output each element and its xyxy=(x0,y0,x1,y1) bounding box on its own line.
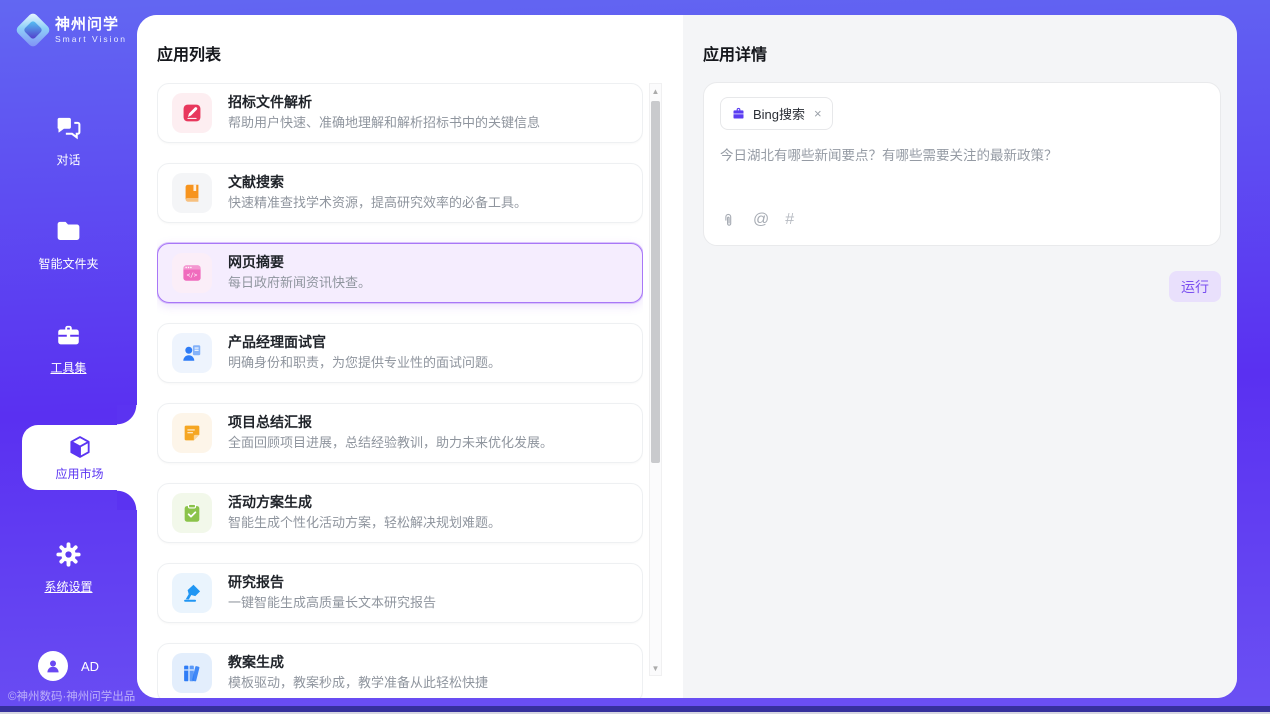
tool-chip-label: Bing搜索 xyxy=(753,104,805,123)
sidebar-item-4[interactable]: 应用市场 xyxy=(22,425,137,490)
app-card[interactable]: 研究报告一键智能生成高质量长文本研究报告 xyxy=(157,563,643,623)
main-container: 应用列表 招标文件解析帮助用户快速、准确地理解和解析招标书中的关键信息文献搜索快… xyxy=(137,15,1237,698)
app-list-panel: 应用列表 招标文件解析帮助用户快速、准确地理解和解析招标书中的关键信息文献搜索快… xyxy=(137,15,683,698)
close-icon[interactable]: × xyxy=(812,107,822,120)
app-card[interactable]: 教案生成模板驱动，教案秒成，教学准备从此轻松快捷 xyxy=(157,643,643,698)
query-text[interactable]: 今日湖北有哪些新闻要点？有哪些需要关注的最新政策？ xyxy=(720,147,1204,166)
scrollbar-thumb[interactable] xyxy=(651,101,660,463)
user-name: AD xyxy=(81,659,99,674)
app-card[interactable]: 产品经理面试官明确身份和职责，为您提供专业性的面试问题。 xyxy=(157,323,643,383)
app-list-title: 应用列表 xyxy=(157,41,683,65)
prompt-card[interactable]: Bing搜索 × 今日湖北有哪些新闻要点？有哪些需要关注的最新政策？ @ # xyxy=(703,82,1221,246)
paperclip-icon[interactable] xyxy=(720,212,737,229)
scrollbar-down-arrow[interactable]: ▼ xyxy=(650,661,661,675)
user-row[interactable]: AD xyxy=(38,651,99,681)
app-card-description: 智能生成个性化活动方案，轻松解决规划难题。 xyxy=(228,515,501,531)
note-icon xyxy=(172,413,212,453)
chat-icon xyxy=(54,113,83,142)
person-icon xyxy=(44,657,62,675)
app-detail-panel: 应用详情 Bing搜索 × 今日湖北有哪些新闻要点？有哪些需要关注的最新政策？ … xyxy=(683,15,1237,698)
book-icon xyxy=(172,173,212,213)
sidebar-footer: ©神州数码·神州问学出品 xyxy=(8,688,135,704)
sidebar-item-label: 工具集 xyxy=(50,359,86,376)
app-detail-title: 应用详情 xyxy=(703,41,1237,65)
app-card[interactable]: 活动方案生成智能生成个性化活动方案，轻松解决规划难题。 xyxy=(157,483,643,543)
app-card[interactable]: </> 网页摘要每日政府新闻资讯快查。 xyxy=(157,243,643,303)
sidebar-item-label: 对话 xyxy=(56,151,80,168)
app-card-title: 产品经理面试官 xyxy=(228,335,501,350)
books-icon xyxy=(172,653,212,693)
cube-icon xyxy=(67,434,93,460)
app-card-description: 明确身份和职责，为您提供专业性的面试问题。 xyxy=(228,355,501,371)
gear-icon xyxy=(54,540,83,569)
scrollbar-up-arrow[interactable]: ▲ xyxy=(650,84,661,98)
sidebar-item-3[interactable]: 工具集 xyxy=(0,296,137,400)
toolbox-icon xyxy=(54,321,83,350)
app-card-description: 快速精准查找学术资源，提高研究效率的必备工具。 xyxy=(228,195,527,211)
app-card[interactable]: 招标文件解析帮助用户快速、准确地理解和解析招标书中的关键信息 xyxy=(157,83,643,143)
sidebar-item-label: 智能文件夹 xyxy=(38,255,98,272)
hash-icon[interactable]: # xyxy=(785,211,795,229)
edit-icon xyxy=(172,93,212,133)
sidebar-nav: 对话智能文件夹工具集应用市场系统设置 xyxy=(0,88,137,619)
webpage-icon: </> xyxy=(172,253,212,293)
app-card-description: 帮助用户快速、准确地理解和解析招标书中的关键信息 xyxy=(228,115,540,131)
sidebar: 神州问学 Smart Vision 对话智能文件夹工具集应用市场系统设置 AD … xyxy=(0,0,137,714)
app-card-description: 一键智能生成高质量长文本研究报告 xyxy=(228,595,436,611)
app-list: 招标文件解析帮助用户快速、准确地理解和解析招标书中的关键信息文献搜索快速精准查找… xyxy=(157,83,643,698)
app-card[interactable]: 文献搜索快速精准查找学术资源，提高研究效率的必备工具。 xyxy=(157,163,643,223)
sidebar-item-label: 应用市场 xyxy=(55,465,103,482)
svg-text:</>: </> xyxy=(187,272,198,279)
at-icon[interactable]: @ xyxy=(753,211,769,229)
app-card-description: 全面回顾项目进展，总结经验教训，助力未来优化发展。 xyxy=(228,435,553,451)
app-card-title: 活动方案生成 xyxy=(228,495,501,510)
brand-gem-icon xyxy=(15,12,52,49)
app-card-title: 教案生成 xyxy=(228,655,488,670)
app-card-title: 文献搜索 xyxy=(228,175,527,190)
avatar[interactable] xyxy=(38,651,68,681)
interviewer-icon xyxy=(172,333,212,373)
brand-subtitle: Smart Vision xyxy=(55,34,127,44)
sidebar-item-5[interactable]: 系统设置 xyxy=(0,515,137,619)
app-card-description: 模板驱动，教案秒成，教学准备从此轻松快捷 xyxy=(228,675,488,691)
scrollbar[interactable]: ▲ ▼ xyxy=(649,83,662,676)
composer-toolbar: @ # xyxy=(720,211,1204,231)
app-card-title: 项目总结汇报 xyxy=(228,415,553,430)
app-card-description: 每日政府新闻资讯快查。 xyxy=(228,275,371,291)
app-card-title: 研究报告 xyxy=(228,575,436,590)
app-card-title: 招标文件解析 xyxy=(228,95,540,110)
brand-name: 神州问学 xyxy=(55,16,127,34)
clipboard-check-icon xyxy=(172,493,212,533)
sidebar-item-1[interactable]: 对话 xyxy=(0,88,137,192)
briefcase-icon xyxy=(731,106,746,121)
report-icon xyxy=(172,573,212,613)
app-card-title: 网页摘要 xyxy=(228,255,371,270)
folder-icon xyxy=(54,217,83,246)
run-button[interactable]: 运行 xyxy=(1169,271,1221,302)
brand-logo: 神州问学 Smart Vision xyxy=(20,16,127,44)
app-card[interactable]: 项目总结汇报全面回顾项目进展，总结经验教训，助力未来优化发展。 xyxy=(157,403,643,463)
sidebar-item-2[interactable]: 智能文件夹 xyxy=(0,192,137,296)
tool-chip-bing-search[interactable]: Bing搜索 × xyxy=(720,97,833,130)
sidebar-item-label: 系统设置 xyxy=(44,578,92,595)
